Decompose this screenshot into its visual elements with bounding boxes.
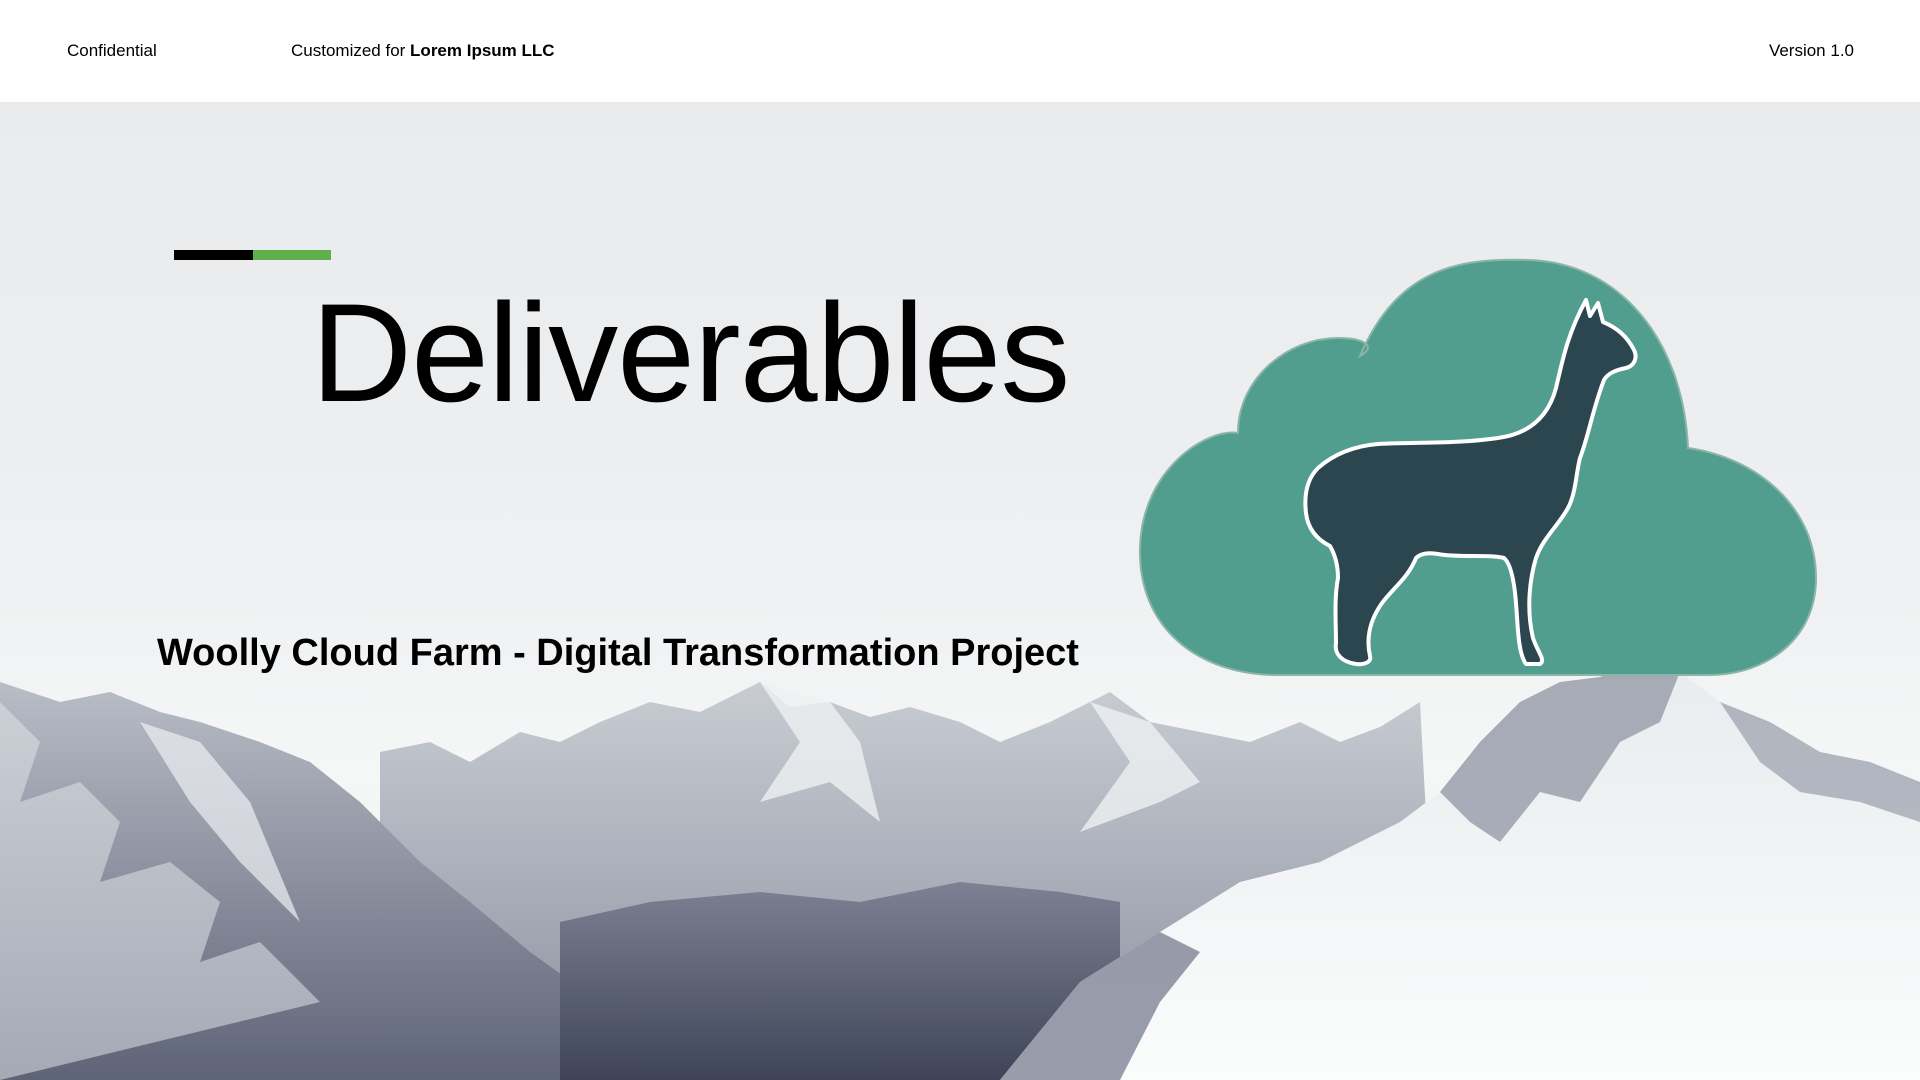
- customized-prefix: Customized for: [291, 41, 411, 60]
- alpaca-cloud-logo-icon: [1138, 258, 1818, 678]
- slide-header: Confidential Customized for Lorem Ipsum …: [0, 0, 1920, 102]
- accent-bar-green: [253, 250, 331, 260]
- slide: Confidential Customized for Lorem Ipsum …: [0, 0, 1920, 1080]
- accent-bar-black: [174, 250, 254, 260]
- customer-name: Lorem Ipsum LLC: [410, 41, 555, 60]
- version-label: Version 1.0: [1768, 41, 1854, 60]
- confidential-label: Confidential: [67, 41, 157, 60]
- customized-for-label: Customized for Lorem Ipsum LLC: [291, 41, 555, 61]
- slide-subtitle: Woolly Cloud Farm - Digital Transformati…: [157, 632, 1079, 674]
- slide-title: Deliverables: [311, 274, 1070, 431]
